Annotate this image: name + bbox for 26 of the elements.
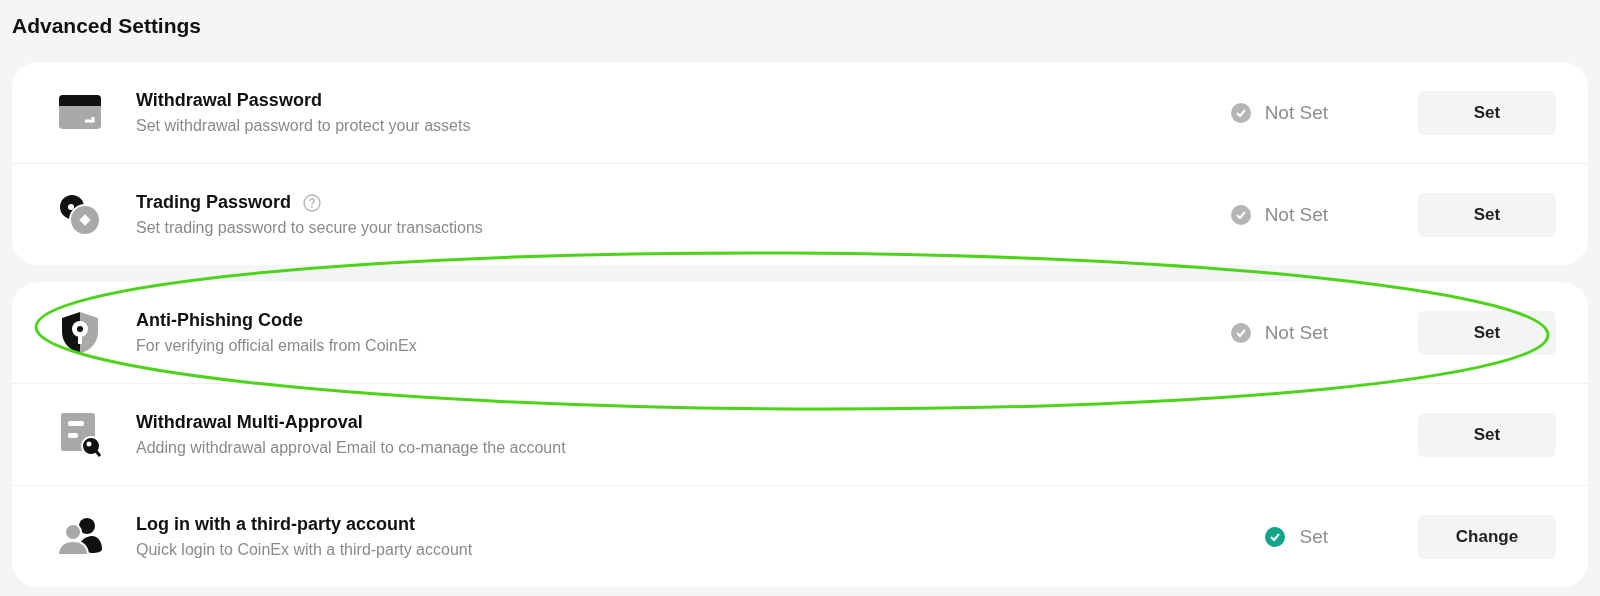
action-button[interactable]: Set [1418,412,1556,457]
action-button[interactable]: Set [1418,310,1556,355]
help-icon[interactable] [303,193,322,212]
shield-icon [62,311,98,354]
card-icon [59,94,101,131]
action-button[interactable]: Set [1418,90,1556,135]
setting-title: Withdrawal Multi-Approval [136,412,363,433]
setting-description: For verifying official emails from CoinEx [136,337,418,355]
setting-title: Anti-Phishing Code [136,310,303,331]
action-button[interactable]: Set [1418,192,1556,237]
action-button[interactable]: Change [1418,514,1556,559]
setting-description: Set withdrawal password to protect your assets [136,117,472,135]
status-label: Not Set [1264,321,1328,344]
setting-description: Adding withdrawal approval Email to co-manage the account [136,439,567,457]
setting-title: Log in with a third-party account [136,514,415,535]
coins-icon [59,193,101,236]
users-icon [58,516,102,557]
setting-title: Trading Password [136,192,292,213]
setting-description: Quick login to CoinEx with a third-party account [136,541,474,559]
setting-title: Withdrawal Password [136,90,322,111]
status-label: Not Set [1264,101,1328,124]
section-title: Advanced Settings [12,13,203,39]
status-label: Set [1299,525,1328,548]
document-icon [59,412,101,457]
setting-description: Set trading password to secure your transactions [136,219,484,237]
status-label: Not Set [1264,203,1328,226]
